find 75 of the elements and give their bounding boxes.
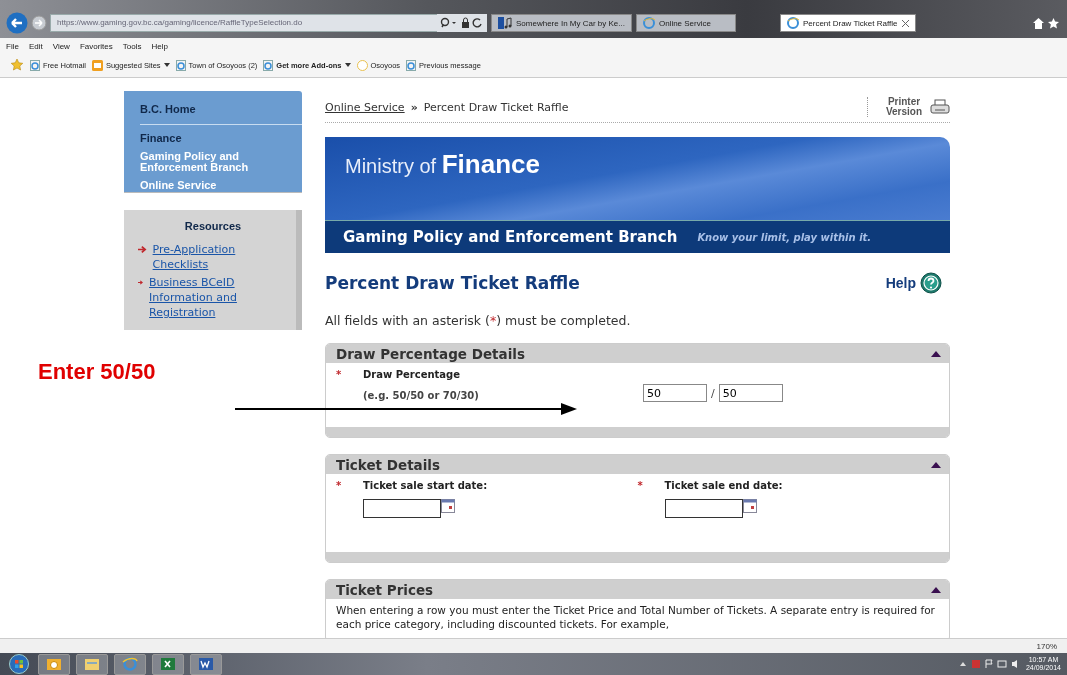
back-button[interactable] — [6, 12, 28, 34]
close-icon[interactable] — [901, 19, 909, 27]
required-asterisk: * — [637, 480, 644, 491]
resource-link[interactable]: Business BCeID Information and Registration — [149, 275, 288, 320]
zoom-level[interactable]: 170% — [1036, 641, 1057, 651]
page-icon — [263, 59, 274, 71]
browser-tab[interactable]: Somewhere In My Car by Ke... — [491, 14, 632, 32]
banner-slogan: Know your limit, play within it. — [697, 231, 872, 243]
annotation-label: Enter 50/50 — [38, 359, 156, 385]
taskbar-app-icon[interactable] — [76, 653, 108, 675]
taskbar-app-icon[interactable] — [38, 653, 70, 675]
field-label: Ticket sale start date: — [363, 480, 488, 491]
address-bar[interactable]: https://www.gaming.gov.bc.ca/gaming/licence/RaffleTypeSelection.do — [50, 14, 438, 32]
start-button[interactable] — [6, 654, 32, 674]
calendar-icon[interactable] — [742, 499, 757, 513]
page-icon — [175, 59, 186, 71]
taskbar-app-icon[interactable] — [152, 653, 184, 675]
collapse-icon[interactable] — [931, 350, 941, 357]
favorites-star-icon[interactable] — [10, 59, 24, 71]
section-text: When entering a row you must enter the Ticket Price and Total Number of Tickets. A separate entry is required for each price category, including discounted tickets. For example, — [336, 603, 936, 631]
field-label: Ticket sale end date: — [664, 480, 783, 491]
collapse-icon[interactable] — [931, 461, 941, 468]
browser-logo-icon — [642, 17, 655, 29]
breadcrumb-separator: » — [410, 100, 418, 114]
home-icon[interactable] — [1033, 17, 1044, 29]
section-title: Ticket Prices — [336, 581, 434, 598]
menu-item[interactable]: Help — [151, 42, 168, 51]
breadcrumb-current: Percent Draw Ticket Raffle — [423, 100, 569, 114]
banner-ministry-text: Ministry of Finance — [345, 155, 540, 177]
caret-icon — [344, 63, 351, 67]
forward-button[interactable] — [31, 15, 47, 31]
field-hint: (e.g. 50/50 or 70/30) — [363, 390, 480, 401]
required-fields-note: All fields with an asterisk (*) must be completed. — [325, 313, 632, 328]
page-title: Percent Draw Ticket Raffle — [325, 273, 580, 293]
menu-item[interactable]: File — [6, 42, 19, 51]
resource-link[interactable]: Pre-Application Checklists — [152, 242, 288, 272]
sidebar-link[interactable]: B.C. Home — [140, 103, 302, 115]
taskbar-app-icon[interactable] — [190, 653, 222, 675]
menu-item[interactable]: Tools — [122, 42, 142, 51]
breadcrumb-link[interactable]: Online Service — [325, 100, 405, 114]
collapse-icon[interactable] — [931, 586, 941, 593]
feed-icon — [91, 59, 103, 71]
sidebar-link[interactable]: Finance — [140, 133, 270, 144]
page-icon — [406, 59, 417, 71]
separator-text: / — [711, 386, 715, 400]
taskbar-app-icon[interactable] — [114, 653, 146, 675]
resources-heading: Resources — [183, 220, 243, 232]
printer-icon — [930, 99, 950, 115]
browser-tab[interactable]: Online Service — [635, 14, 736, 32]
search-icon[interactable] — [437, 14, 487, 32]
date-field[interactable] — [363, 499, 441, 518]
caret-icon — [163, 63, 170, 67]
music-note-icon — [498, 17, 512, 29]
input-field[interactable]: 50 — [643, 384, 707, 402]
arrow-icon — [138, 278, 144, 287]
date-field[interactable] — [664, 499, 743, 518]
circle-icon — [356, 59, 368, 71]
help-link[interactable]: Help — [885, 272, 942, 294]
menu-item[interactable]: View — [52, 42, 70, 51]
printer-version-link[interactable]: Printer Version — [867, 97, 950, 117]
menu-item[interactable]: Favorites — [79, 42, 113, 51]
field-label: Draw Percentage — [363, 369, 462, 380]
browser-logo-icon — [786, 17, 799, 29]
required-asterisk: * — [336, 480, 343, 491]
section-title: Draw Percentage Details — [336, 345, 525, 362]
arrow-icon — [138, 245, 147, 254]
required-asterisk: * — [336, 369, 343, 382]
system-tray-icons[interactable] — [959, 659, 1020, 669]
page-icon — [30, 59, 40, 71]
browser-tab[interactable]: Percent Draw Ticket Raffle — [779, 14, 916, 32]
banner-branch-text: Gaming Policy and Enforcement Branch — [343, 228, 678, 246]
star-icon[interactable] — [1048, 17, 1059, 29]
section-title: Ticket Details — [336, 456, 440, 473]
menu-item[interactable]: Edit — [28, 42, 43, 51]
input-field[interactable]: 50 — [718, 384, 783, 402]
